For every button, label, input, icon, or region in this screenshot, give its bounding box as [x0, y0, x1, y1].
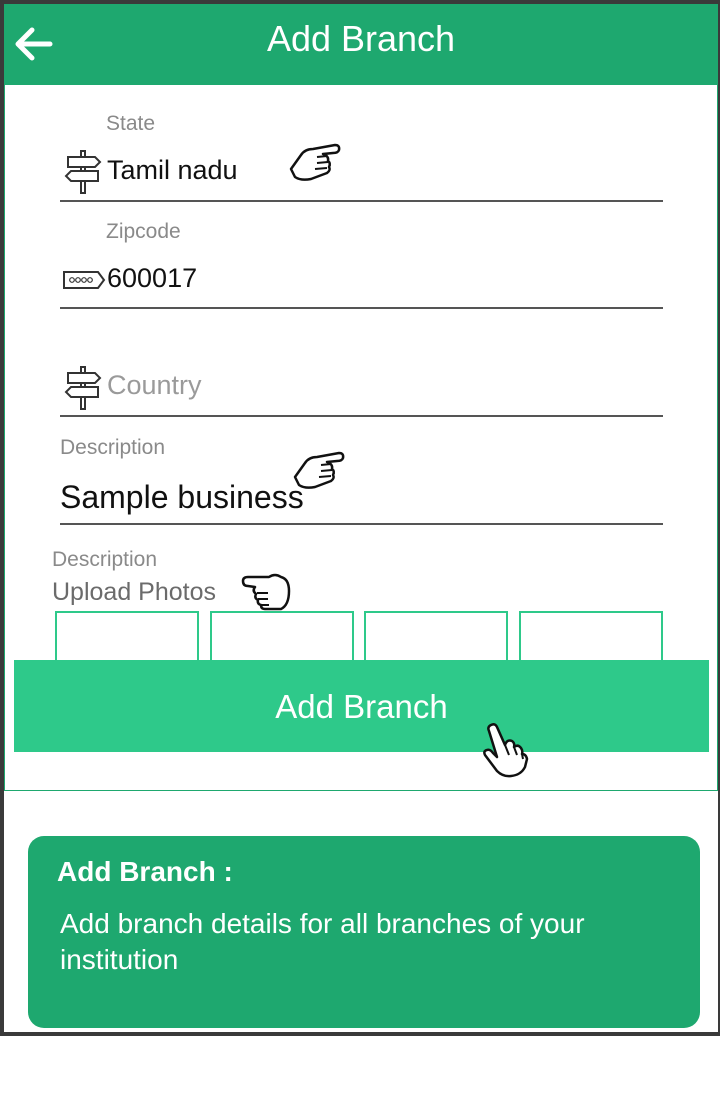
device-frame: Add Branch State Tamil nadu Zipcode 6000… [0, 0, 720, 1036]
state-label: State [106, 112, 156, 135]
upload-photos-label: Upload Photos [52, 578, 217, 606]
form-area: State Tamil nadu Zipcode 600017 Country … [4, 85, 718, 791]
photos-section-label: Description [52, 548, 158, 571]
country-field[interactable]: Country [107, 370, 202, 401]
app-bar: Add Branch [4, 4, 718, 85]
state-underline [60, 200, 663, 202]
description-underline [60, 523, 663, 525]
info-text: Add branch details for all branches of y… [60, 908, 585, 975]
pin-code-icon [63, 271, 106, 289]
add-branch-button[interactable]: Add Branch [14, 660, 709, 752]
signpost-icon [64, 150, 102, 194]
description-field[interactable]: Sample business [60, 479, 304, 516]
zipcode-field[interactable]: 600017 [107, 263, 197, 294]
signpost-icon [64, 366, 102, 410]
info-card: Add Branch : Add branch details for all … [28, 836, 700, 1028]
country-underline [60, 415, 663, 417]
info-title: Add Branch : [57, 856, 233, 887]
app-screen: Add Branch State Tamil nadu Zipcode 6000… [4, 4, 718, 1032]
zipcode-underline [60, 307, 663, 309]
description-label: Description [60, 436, 166, 459]
pointing-hand-icon [289, 143, 341, 181]
zipcode-label: Zipcode [106, 220, 181, 243]
state-field[interactable]: Tamil nadu [107, 155, 238, 186]
add-branch-button-label: Add Branch [275, 688, 448, 725]
page-title: Add Branch [266, 18, 456, 59]
pointing-hand-icon [241, 573, 291, 611]
pointing-hand-icon [293, 451, 345, 489]
tapping-hand-icon [483, 723, 529, 778]
